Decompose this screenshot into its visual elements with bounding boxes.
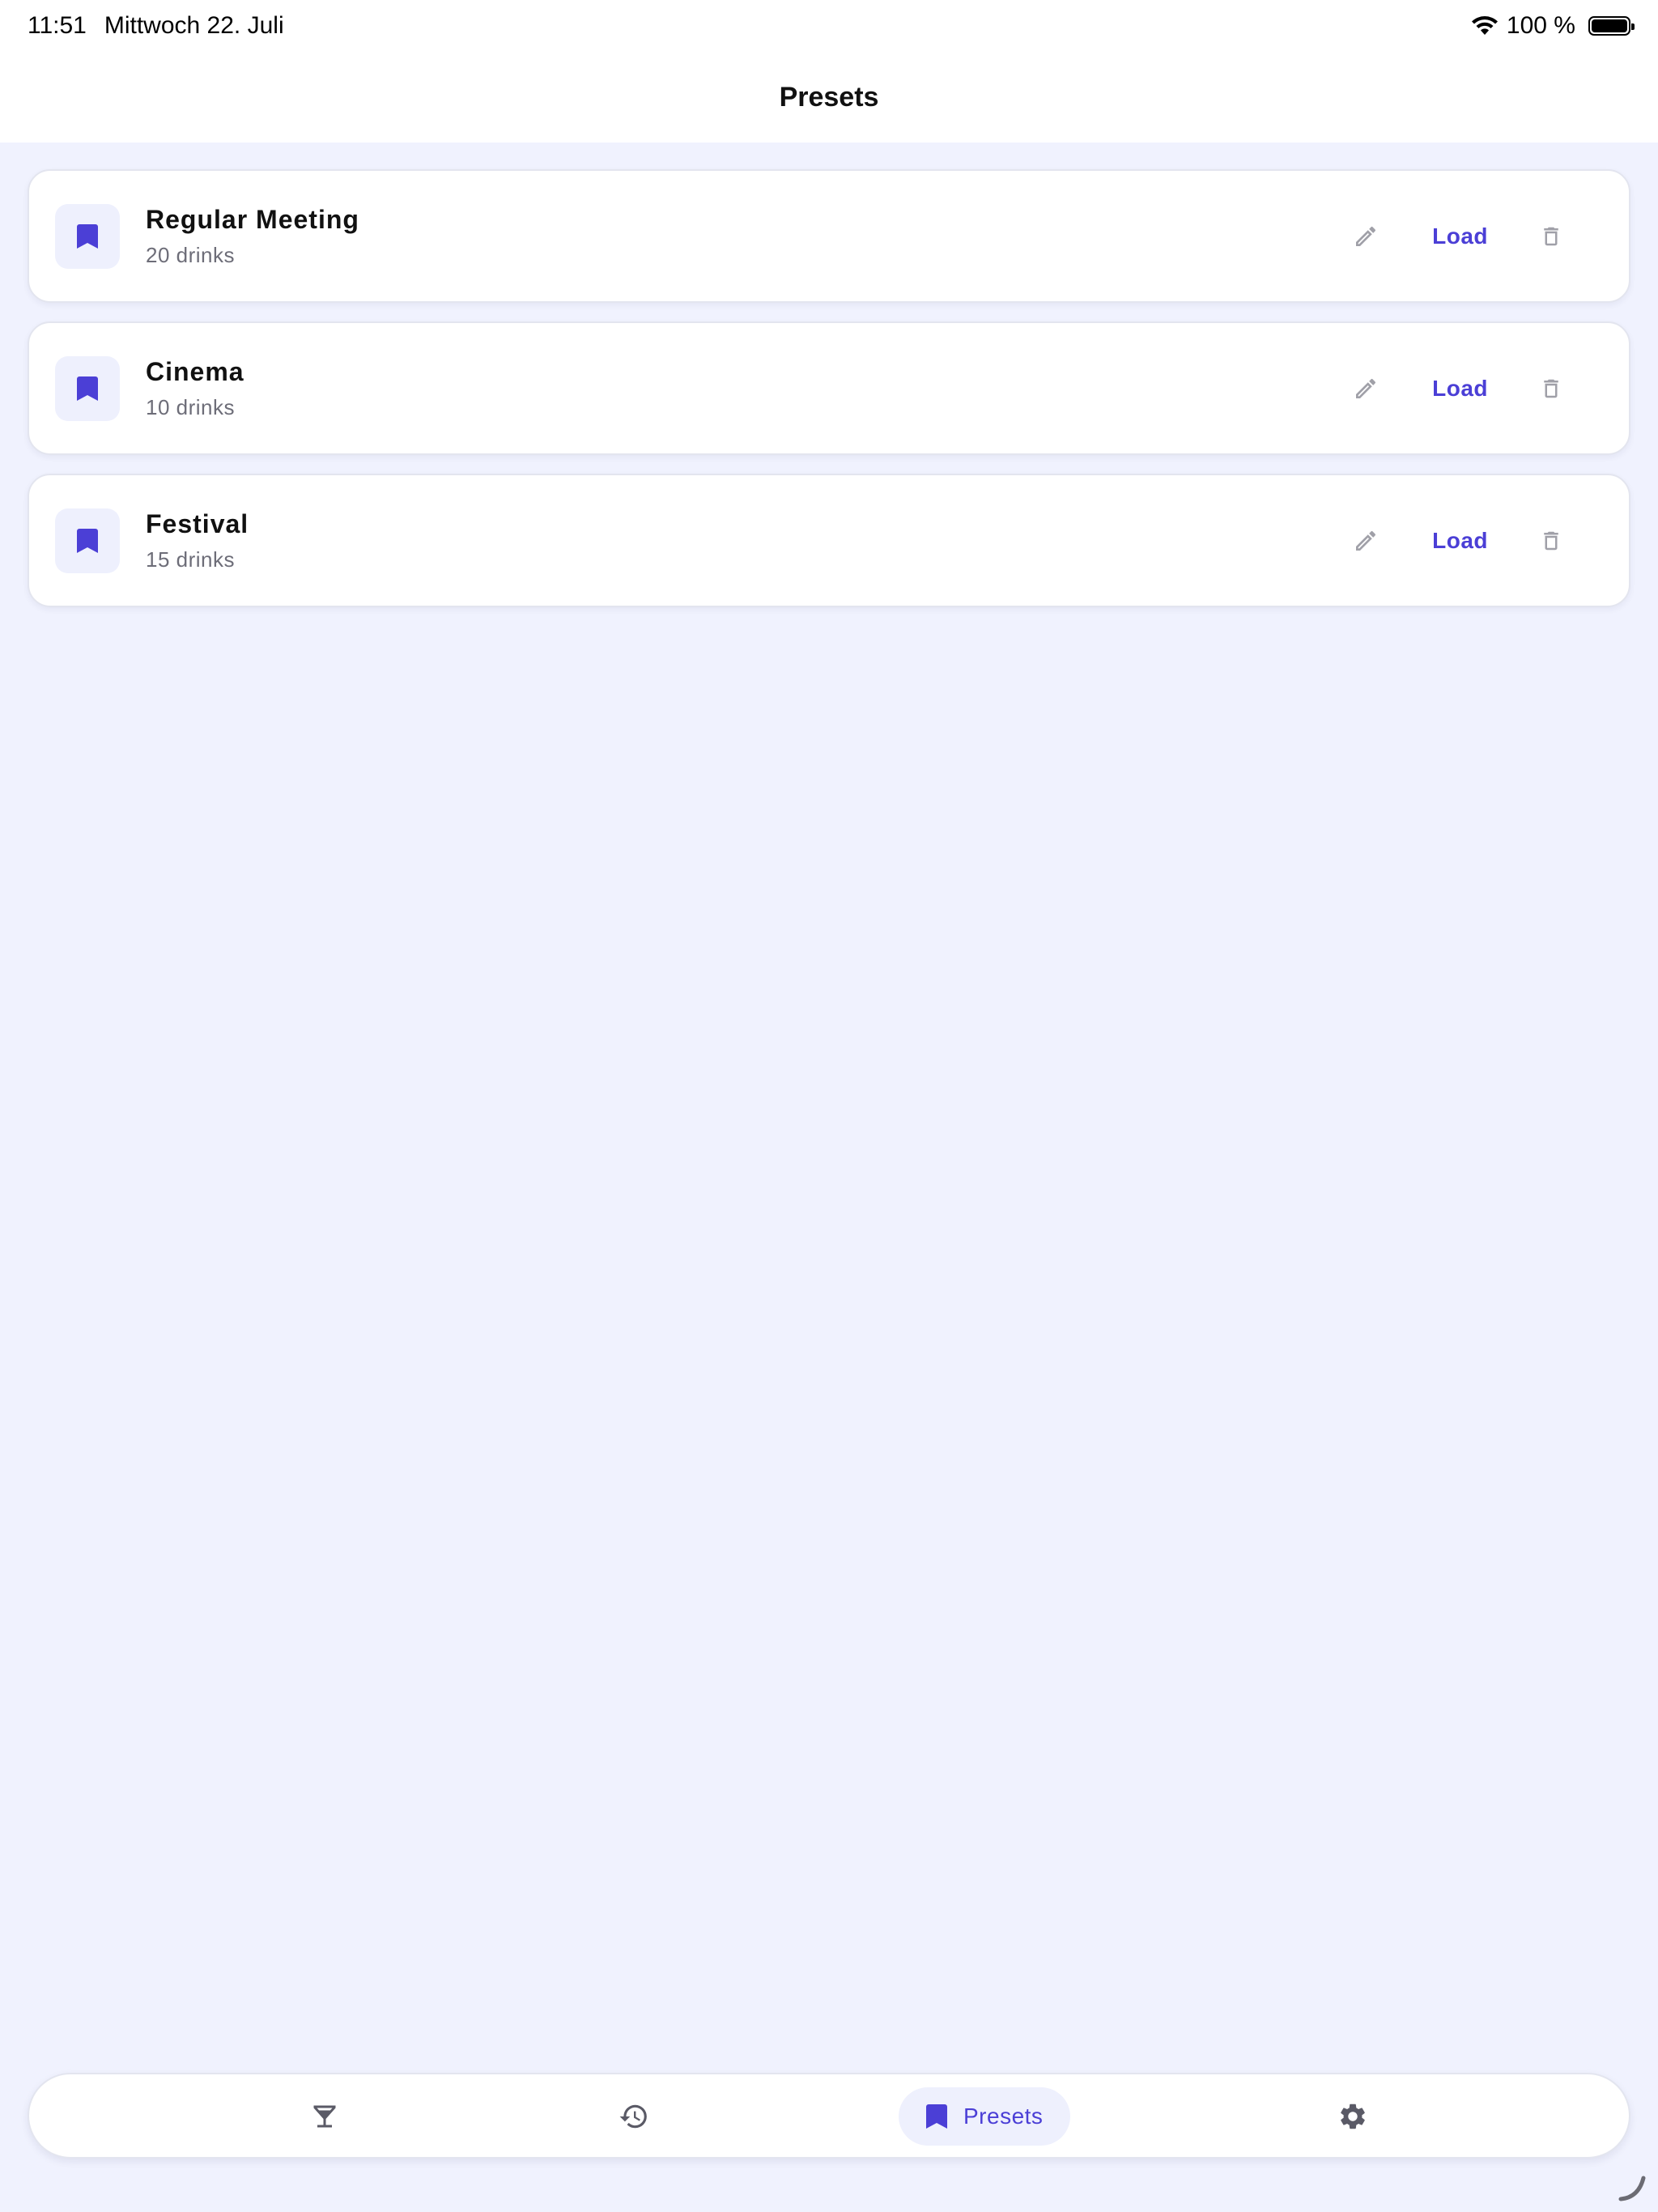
preset-list: Regular Meeting 20 drinks Load Cinema 10…	[28, 169, 1630, 626]
preset-icon-tile	[55, 355, 120, 421]
tab-drinks[interactable]	[288, 2087, 361, 2146]
load-button[interactable]: Load	[1432, 528, 1488, 554]
load-button[interactable]: Load	[1432, 223, 1488, 249]
wifi-icon	[1471, 16, 1498, 35]
preset-card[interactable]: Cinema 10 drinks Load	[28, 321, 1630, 455]
resize-corner-icon	[1618, 2176, 1646, 2201]
battery-percent: 100 %	[1506, 12, 1575, 39]
edit-button[interactable]	[1341, 212, 1390, 261]
trash-icon	[1544, 379, 1558, 398]
bottom-nav: Presets	[28, 2073, 1630, 2159]
preset-card[interactable]: Festival 15 drinks Load	[28, 474, 1630, 607]
cocktail-icon	[313, 2105, 336, 2128]
trash-icon	[1544, 227, 1558, 245]
status-right: 100 %	[1471, 12, 1635, 40]
page-title: Presets	[779, 81, 879, 113]
preset-icon-tile	[55, 508, 120, 573]
load-button[interactable]: Load	[1432, 376, 1488, 402]
preset-name: Cinema	[146, 356, 244, 386]
battery-icon	[1588, 16, 1635, 36]
status-time: 11:51	[28, 12, 87, 39]
top-app-bar: Presets	[0, 52, 1658, 143]
preset-text: Cinema 10 drinks	[146, 357, 1341, 420]
tab-presets-label: Presets	[963, 2104, 1044, 2129]
tab-settings[interactable]	[1316, 2087, 1389, 2146]
battery-fill	[1592, 19, 1627, 32]
preset-text: Festival 15 drinks	[146, 509, 1341, 572]
delete-button[interactable]	[1527, 517, 1575, 565]
preset-card[interactable]: Regular Meeting 20 drinks Load	[28, 169, 1630, 303]
status-date: Mittwoch 22. Juli	[104, 12, 284, 39]
trash-icon	[1544, 531, 1558, 550]
pencil-icon	[1356, 226, 1376, 246]
edit-button[interactable]	[1341, 364, 1390, 413]
edit-button[interactable]	[1341, 517, 1390, 565]
preset-subtitle: 15 drinks	[146, 547, 235, 572]
preset-icon-tile	[55, 203, 120, 269]
preset-actions: Load	[1341, 212, 1603, 261]
pencil-icon	[1356, 378, 1376, 398]
history-icon	[619, 2104, 647, 2129]
preset-subtitle: 10 drinks	[146, 394, 235, 419]
pencil-icon	[1356, 530, 1376, 551]
bookmark-icon	[926, 2104, 947, 2129]
delete-button[interactable]	[1527, 212, 1575, 261]
gear-icon	[1341, 2104, 1365, 2129]
delete-button[interactable]	[1527, 364, 1575, 413]
tab-history[interactable]	[597, 2087, 670, 2146]
bookmark-icon	[77, 223, 98, 249]
preset-name: Festival	[146, 508, 249, 538]
preset-actions: Load	[1341, 364, 1603, 413]
status-left: 11:51 Mittwoch 22. Juli	[28, 12, 284, 40]
preset-name: Regular Meeting	[146, 204, 359, 234]
status-bar: 11:51 Mittwoch 22. Juli 100 %	[0, 0, 1658, 52]
preset-text: Regular Meeting 20 drinks	[146, 205, 1341, 268]
bookmark-icon	[77, 528, 98, 553]
bookmark-icon	[77, 376, 98, 401]
preset-actions: Load	[1341, 517, 1603, 565]
preset-subtitle: 20 drinks	[146, 242, 235, 267]
tab-presets[interactable]: Presets	[899, 2087, 1071, 2146]
